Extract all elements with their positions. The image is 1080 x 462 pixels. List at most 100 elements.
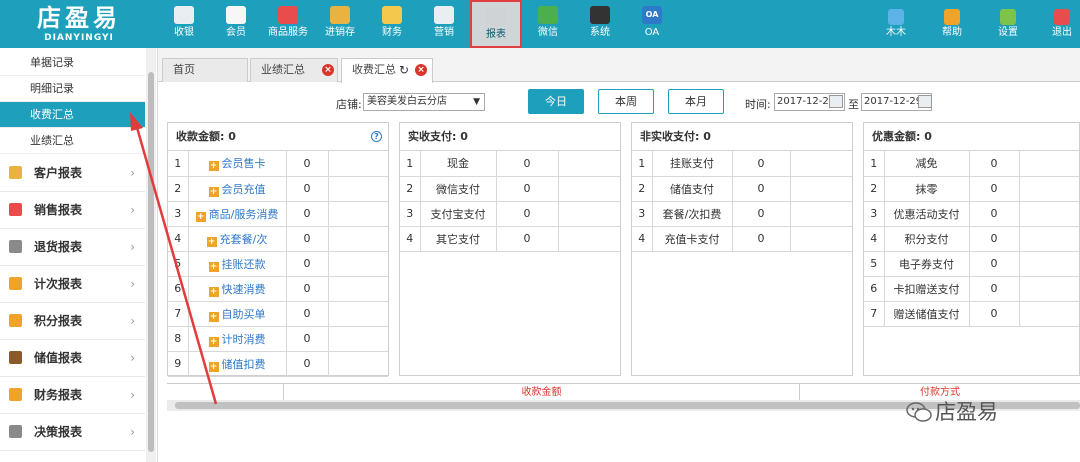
expand-plus-icon[interactable]: + xyxy=(208,161,219,172)
return-icon xyxy=(9,240,22,253)
sidebar-sub-item-performance-summary[interactable]: 业绩汇总 xyxy=(0,128,145,154)
row-empty-cell xyxy=(558,201,620,227)
row-name[interactable]: + 商品/服务消费 xyxy=(188,201,287,227)
row-empty-cell xyxy=(1019,301,1079,327)
nav-item-9[interactable]: OA OA xyxy=(626,0,678,48)
row-name: 充值卡支付 xyxy=(652,226,733,252)
sidebar-item-3[interactable]: 计次报表 › xyxy=(0,266,145,303)
nav-item-3[interactable]: 进销存 xyxy=(314,0,366,48)
tab-fee-summary[interactable]: 收费汇总 ↻ × xyxy=(341,58,433,83)
close-icon[interactable]: × xyxy=(415,64,427,76)
nav-item-0[interactable]: 收银 xyxy=(158,0,210,48)
nav-item-2[interactable]: 商品服务 xyxy=(262,0,314,48)
sidebar-item-0[interactable]: 客户报表 › xyxy=(0,155,145,192)
sidebar-item-4[interactable]: 积分报表 › xyxy=(0,303,145,340)
row-empty-cell xyxy=(1019,201,1079,227)
expand-plus-icon[interactable]: + xyxy=(208,261,219,272)
help-icon[interactable]: ? xyxy=(371,131,382,142)
row-empty-cell xyxy=(1019,176,1079,202)
row-value: 0 xyxy=(732,176,791,202)
right-nav-item-3[interactable]: 退出 xyxy=(1044,0,1080,48)
nonactual-payment-table: 1 挂账支付 0 2 储值支付 0 3 套餐/次扣费 0 4 充值卡支付 0 xyxy=(632,151,852,252)
row-name: 电子券支付 xyxy=(884,251,970,277)
expand-plus-icon[interactable]: + xyxy=(208,361,219,372)
row-name[interactable]: + 会员充值 xyxy=(188,176,287,202)
row-index: 1 xyxy=(168,151,189,177)
row-name[interactable]: + 计时消费 xyxy=(188,326,287,352)
right-nav-item-2[interactable]: 设置 xyxy=(990,0,1026,48)
sidebar-sub-item-fee-summary[interactable]: 收费汇总 xyxy=(0,102,145,128)
table-row: 3 + 商品/服务消费 0 xyxy=(168,201,388,227)
calendar-icon[interactable] xyxy=(918,95,932,108)
expand-plus-icon[interactable]: + xyxy=(208,286,219,297)
monitor-icon xyxy=(590,6,610,24)
sidebar-item-6[interactable]: 财务报表 › xyxy=(0,377,145,414)
row-value: 0 xyxy=(286,326,329,352)
this-month-button[interactable]: 本月 xyxy=(668,89,724,114)
expand-plus-icon[interactable]: + xyxy=(208,186,219,197)
today-button[interactable]: 今日 xyxy=(528,89,584,114)
sidebar-item-5[interactable]: 储值报表 › xyxy=(0,340,145,377)
row-name[interactable]: + 会员售卡 xyxy=(188,151,287,177)
row-name[interactable]: + 挂账还款 xyxy=(188,251,287,277)
refresh-icon[interactable]: ↻ xyxy=(399,59,409,81)
store-select[interactable]: 美容美发白云分店 ▼ xyxy=(363,93,485,111)
table-row: 3 支付宝支付 0 xyxy=(400,201,620,227)
nav-item-label: 会员 xyxy=(226,27,246,38)
chevron-right-icon: › xyxy=(130,388,135,402)
nav-item-label: OA xyxy=(644,27,660,38)
row-empty-cell xyxy=(328,176,388,202)
row-value: 0 xyxy=(969,151,1020,177)
row-name-text: 计时消费 xyxy=(221,332,266,346)
expand-plus-icon[interactable]: + xyxy=(208,311,219,322)
row-name: 抹零 xyxy=(884,176,970,202)
row-index: 2 xyxy=(632,176,653,202)
table-row: 2 微信支付 0 xyxy=(400,176,620,202)
this-week-button[interactable]: 本周 xyxy=(598,89,654,114)
row-name[interactable]: + 快速消费 xyxy=(188,276,287,302)
row-name: 现金 xyxy=(420,151,497,177)
customer-icon xyxy=(9,166,22,179)
row-empty-cell xyxy=(1019,151,1079,177)
sidebar-sub-item-doc-records[interactable]: 单据记录 xyxy=(0,50,145,76)
sidebar-item-label: 退货报表 xyxy=(34,240,83,254)
row-name[interactable]: + 自助买单 xyxy=(188,301,287,327)
right-nav-item-0[interactable]: 木木 xyxy=(878,0,914,48)
sidebar-item-1[interactable]: 销售报表 › xyxy=(0,192,145,229)
panel-title-text: 收款金额: 0 xyxy=(176,130,236,143)
row-value: 0 xyxy=(969,201,1020,227)
table-row: 1 + 会员售卡 0 xyxy=(168,151,388,177)
megaphone-icon xyxy=(434,6,454,24)
nav-item-7[interactable]: 微信 xyxy=(522,0,574,48)
nav-item-5[interactable]: 营销 xyxy=(418,0,470,48)
expand-plus-icon[interactable]: + xyxy=(195,211,206,222)
row-index: 4 xyxy=(632,226,653,252)
calendar-icon[interactable] xyxy=(829,95,843,108)
nav-item-4[interactable]: 财务 xyxy=(366,0,418,48)
close-icon[interactable]: × xyxy=(322,64,334,76)
table-row: 2 抹零 0 xyxy=(864,176,1079,202)
expand-plus-icon[interactable]: + xyxy=(208,336,219,347)
row-empty-cell xyxy=(328,151,388,177)
sidebar-item-7[interactable]: 决策报表 › xyxy=(0,414,145,451)
actual-payment-table: 1 现金 0 2 微信支付 0 3 支付宝支付 0 4 其它支付 0 xyxy=(400,151,620,252)
tab-performance-summary[interactable]: 业绩汇总 × xyxy=(250,58,338,82)
row-name[interactable]: + 储值扣费 xyxy=(188,351,287,377)
right-nav-item-1[interactable]: 帮助 xyxy=(934,0,970,48)
watermark-text: 店盈易 xyxy=(935,400,998,424)
row-index: 1 xyxy=(632,151,653,177)
expand-plus-icon[interactable]: + xyxy=(206,236,217,247)
sidebar-item-2[interactable]: 退货报表 › xyxy=(0,229,145,266)
nav-item-6[interactable]: 报表 xyxy=(470,0,522,48)
row-name[interactable]: + 充套餐/次 xyxy=(188,226,287,252)
nav-item-8[interactable]: 系统 xyxy=(574,0,626,48)
row-empty-cell xyxy=(328,226,388,252)
row-name: 微信支付 xyxy=(420,176,497,202)
nav-item-1[interactable]: 会员 xyxy=(210,0,262,48)
row-name: 卡扣赠送支付 xyxy=(884,276,970,302)
row-index: 4 xyxy=(400,226,421,252)
row-index: 2 xyxy=(864,176,885,202)
tab-home[interactable]: 首页 xyxy=(162,58,248,82)
sidebar-sub-item-detail-records[interactable]: 明细记录 xyxy=(0,76,145,102)
sidebar-scroll-thumb[interactable] xyxy=(148,72,154,452)
